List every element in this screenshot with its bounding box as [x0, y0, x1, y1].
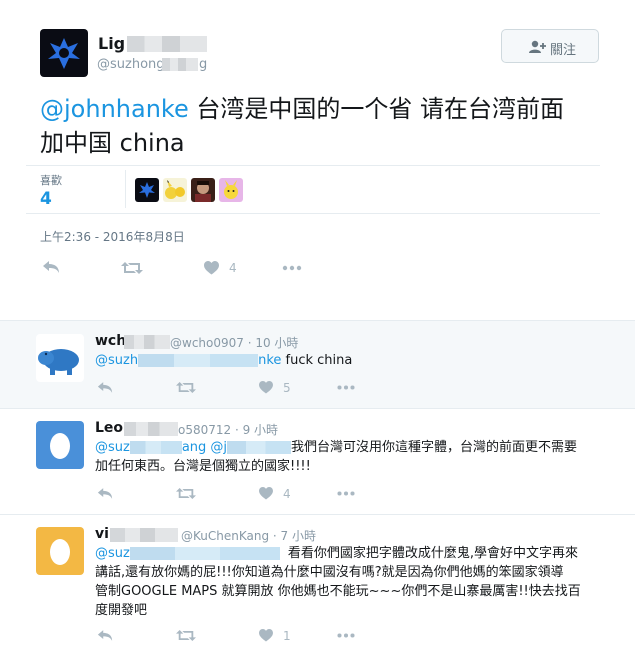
redacted-mention [138, 354, 259, 367]
pikachu-icon [165, 180, 185, 199]
mention-link[interactable]: @johnhanke [40, 95, 189, 123]
retweet-icon[interactable] [176, 381, 196, 394]
avatar[interactable] [40, 29, 88, 77]
mention-link[interactable]: nke [258, 353, 281, 368]
liker-avatar[interactable] [219, 178, 243, 202]
reply-text-line1: 我們台灣可沒用你這種字體，台灣的前面更不需要 [291, 440, 578, 455]
add-user-icon [529, 40, 546, 53]
like-icon[interactable] [259, 629, 273, 642]
reply-text-line2: 加任何東西。台灣是個獨立的國家!!!! [95, 459, 311, 474]
reply-icon[interactable] [97, 487, 113, 500]
like-count: 4 [229, 261, 237, 275]
retweet-icon[interactable] [176, 487, 196, 500]
reply-icon[interactable] [97, 629, 113, 642]
likes-count[interactable]: 4 [40, 189, 52, 209]
liker-avatar[interactable] [191, 178, 215, 202]
redacted-mention [129, 441, 182, 454]
user-handle[interactable]: @suzhong [97, 57, 165, 72]
redacted-handle [162, 58, 198, 71]
more-icon[interactable] [336, 381, 356, 394]
more-icon[interactable] [282, 261, 302, 275]
like-count: 1 [283, 629, 291, 643]
mention-link[interactable]: @suzh [95, 353, 138, 368]
retweet-icon[interactable] [121, 261, 143, 275]
redacted-mention [227, 441, 292, 454]
hippo-icon [38, 349, 79, 375]
reply-handle-time: @KuChenKang · 7 小時 [181, 529, 316, 543]
team-mystic-logo-icon [139, 182, 155, 198]
avatar[interactable] [36, 527, 84, 575]
mention-link[interactable]: ang @j [182, 440, 227, 455]
reply-author-name[interactable]: Leo [95, 420, 123, 436]
reply-handle-time: o580712 · 9 小時 [178, 423, 279, 437]
mention-link[interactable]: @suz [95, 440, 130, 455]
likes-label: 喜歡 [40, 174, 62, 187]
redacted-mention [129, 547, 280, 560]
avatar[interactable] [36, 334, 84, 382]
handle-text: @suzhong [97, 57, 165, 72]
reply-text: @suz 看看你們國家把字體改成什麼鬼,學會好中文字再來 講話,還有放你媽的屁!!… [95, 544, 605, 620]
like-count: 4 [283, 487, 291, 501]
reply-icon[interactable] [97, 381, 113, 394]
default-egg-icon [50, 433, 70, 459]
redacted-name [124, 422, 178, 436]
follow-button[interactable]: 關注 [501, 29, 599, 63]
reply-text: @suzh nke fuck china [95, 351, 605, 370]
handle-tail: g [199, 57, 208, 72]
like-icon[interactable] [259, 487, 273, 500]
liker-avatar[interactable] [135, 178, 159, 202]
like-icon[interactable] [204, 261, 219, 275]
tweet-timestamp[interactable]: 上午2:36 - 2016年8月8日 [40, 228, 185, 245]
reply-text-body: fuck china [281, 353, 353, 368]
default-egg-icon [50, 539, 70, 565]
redacted-name [124, 335, 170, 349]
liker-avatar[interactable] [163, 178, 187, 202]
tweet-text: @johnhanke 台湾是中国的一个省 请在台湾前面 加中国 china [40, 92, 600, 160]
tweet-text-line1: 台湾是中国的一个省 请在台湾前面 [188, 95, 564, 123]
reply-author-name[interactable]: wch [95, 333, 126, 349]
more-icon[interactable] [336, 629, 356, 642]
reply-text: @suz ang @j 我們台灣可沒用你這種字體，台灣的前面更不需要 加任何東西。台… [95, 438, 605, 476]
like-icon[interactable] [259, 381, 273, 394]
redacted-name [110, 528, 178, 542]
tweet-text-line2: 加中国 china [40, 129, 185, 157]
avatar[interactable] [36, 421, 84, 469]
reply-text-line3: 管制GOOGLE MAPS 就算開放 你他媽也不能玩~~~你們不是山寨最厲害!!… [95, 584, 581, 599]
reply-author-name[interactable]: vi [95, 526, 109, 542]
user-display-name[interactable]: Lig [98, 34, 125, 53]
pikachu-icon [224, 180, 238, 199]
reply-handle-time: @wcho0907 · 10 小時 [170, 336, 299, 350]
redacted-name [127, 36, 207, 52]
follow-label: 關注 [550, 43, 577, 58]
reply-text-line4: 度開發吧 [95, 603, 148, 618]
retweet-icon[interactable] [176, 629, 196, 642]
divider [26, 165, 600, 166]
reply-text-line1: 看看你們國家把字體改成什麼鬼,學會好中文字再來 [287, 546, 578, 561]
team-mystic-logo-icon [48, 38, 80, 69]
divider [125, 170, 126, 208]
reply-icon[interactable] [42, 260, 60, 274]
divider [26, 213, 600, 214]
more-icon[interactable] [336, 487, 356, 500]
reply-text-line2: 講話,還有放你媽的屁!!!你知道為什麼中國沒有嗎?就是因為你們他媽的笨國家領導 [95, 565, 564, 580]
mention-link[interactable]: @suz [95, 546, 130, 561]
like-count: 5 [283, 381, 291, 395]
person-photo-icon [195, 181, 211, 202]
